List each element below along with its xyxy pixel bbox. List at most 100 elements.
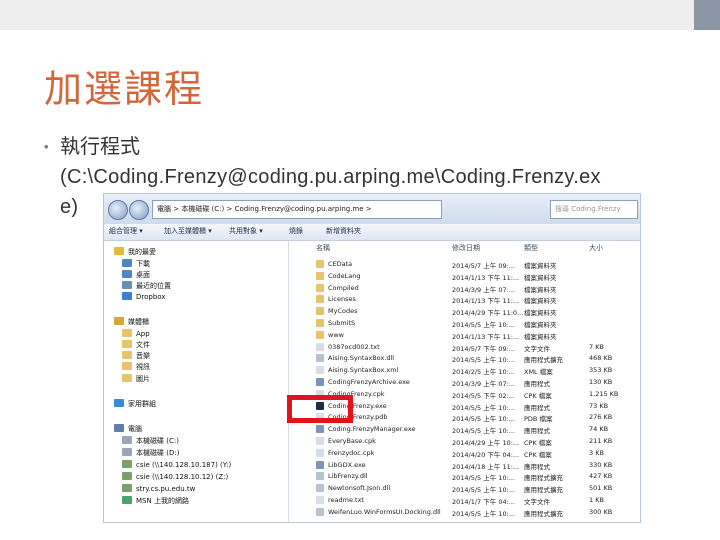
forward-button-icon[interactable] — [129, 200, 149, 220]
file-name: LibGDX.exe — [328, 460, 366, 469]
drive-icon — [122, 436, 132, 444]
column-header-type[interactable]: 類型 — [524, 241, 538, 255]
sidebar-item[interactable]: 我的最愛 — [114, 247, 156, 257]
column-header-date[interactable]: 修改日期 — [452, 241, 480, 255]
file-date: 2014/3/9 上午 07:... — [452, 285, 515, 294]
sidebar-item-label: 本機磁碟 (C:) — [136, 437, 179, 445]
sidebar-item[interactable]: Dropbox — [122, 292, 166, 301]
music-icon — [122, 351, 132, 359]
toolbar-item[interactable]: 加入至媒體櫃 ▾ — [164, 226, 212, 236]
file-row[interactable]: WeifenLuo.WinFormsUI.Docking.dll 2014/5/5… — [297, 507, 640, 519]
file-icon — [316, 354, 324, 363]
file-size: 130 KB — [589, 378, 613, 386]
sidebar-item[interactable]: 本機磁碟 (D:) — [122, 448, 179, 458]
drive-icon — [122, 448, 132, 456]
bullet-dot: • — [44, 139, 49, 154]
address-row: 電腦 > 本機磁碟 (C:) > Coding.Frenzy@coding.pu… — [104, 194, 640, 224]
file-row[interactable]: SubmitS 2014/5/5 上午 10:... 檔案資料夾 — [297, 318, 640, 330]
sidebar-item[interactable]: 媒體櫃 — [114, 317, 149, 327]
sidebar-item[interactable]: 本機磁碟 (C:) — [122, 436, 179, 446]
file-date: 2014/3/9 上午 07:... — [452, 380, 515, 388]
file-type: 應用程式擴充 — [524, 356, 563, 365]
file-size: 501 KB — [589, 484, 613, 493]
toolbar-item[interactable]: 新增資料夾 — [326, 226, 361, 236]
sidebar-item[interactable]: 家用群組 — [114, 399, 156, 409]
file-row[interactable]: EveryBase.cpk 2014/4/29 上午 10:... CPK 檔案 21… — [297, 436, 640, 448]
file-type: 檔案資料夾 — [524, 332, 557, 341]
file-date: 2014/5/5 上午 10:... — [452, 415, 515, 424]
file-row[interactable]: CEData 2014/5/7 上午 09:... 檔案資料夾 — [297, 259, 640, 271]
file-date: 2014/5/5 上午 10:... — [452, 427, 515, 436]
file-name: CodingFrenzyArchive.exe — [328, 378, 410, 386]
file-icon — [316, 484, 324, 493]
file-row[interactable]: Aising.SyntaxBox.xml 2014/2/5 上午 10:... XM… — [297, 365, 640, 377]
file-type: CPK 檔案 — [524, 391, 552, 400]
file-row[interactable]: CodeLang 2014/1/13 下午 11:... 檔案資料夾 — [297, 271, 640, 283]
file-date: 2014/5/5 上午 10:... — [452, 356, 515, 365]
file-row[interactable]: CodingFrenzyArchive.exe 2014/3/9 上午 07:..… — [297, 377, 640, 389]
search-input[interactable]: 搜尋 Coding.Frenzy — [550, 200, 638, 219]
file-row[interactable]: LibFrenzy.dll 2014/5/5 上午 10:... 應用程式擴充 427… — [297, 471, 640, 483]
file-type: 應用程式擴充 — [524, 509, 563, 518]
file-row[interactable]: Compiled 2014/3/9 上午 07:... 檔案資料夾 — [297, 283, 640, 295]
star-icon — [114, 247, 124, 255]
file-row[interactable]: LibGDX.exe 2014/4/18 上午 11:... 應用程式 330 KB — [297, 460, 640, 472]
file-icon — [316, 260, 324, 268]
sidebar-item[interactable]: csie (\\140.128.10.187) (Y:) — [122, 460, 231, 469]
sidebar-item[interactable]: 最近的位置 — [122, 281, 171, 291]
highlight-box — [287, 395, 353, 423]
file-size: 211 KB — [589, 437, 613, 445]
file-type: 應用程式擴充 — [524, 486, 563, 495]
toolbar-item[interactable]: 組合管理 ▾ — [109, 226, 143, 236]
column-header-size[interactable]: 大小 — [589, 241, 603, 255]
sidebar-item[interactable]: 桌面 — [122, 270, 150, 280]
file-row[interactable]: Aising.SyntaxBox.dll 2014/5/5 上午 10:... 應用… — [297, 353, 640, 365]
sidebar-item[interactable]: 視訊 — [122, 362, 150, 372]
sidebar-item-label: 我的最愛 — [128, 248, 156, 256]
file-name: Aising.SyntaxBox.dll — [328, 354, 395, 363]
network-drive-icon — [122, 460, 132, 468]
file-type: 應用程式 — [524, 427, 550, 436]
address-bar[interactable]: 電腦 > 本機磁碟 (C:) > Coding.Frenzy@coding.pu… — [152, 200, 442, 219]
file-size: 73 KB — [589, 401, 609, 410]
toolbar-item[interactable]: 共用對象 ▾ — [229, 226, 263, 236]
sidebar-item[interactable]: MSN 上我的網路 — [122, 496, 189, 506]
file-type: 檔案資料夾 — [524, 285, 557, 294]
column-header-name[interactable]: 名稱 — [316, 241, 330, 255]
sidebar-item[interactable]: 下載 — [122, 259, 150, 269]
sidebar-item[interactable]: App — [122, 329, 150, 338]
file-row[interactable]: MyCodes 2014/4/29 下午 11:0... 檔案資料夾 — [297, 306, 640, 318]
file-name: Frenzydoc.cpk — [328, 448, 375, 457]
sidebar-item[interactable]: stry.cs.pu.edu.tw — [122, 484, 195, 493]
sidebar-item-label: 下載 — [136, 260, 150, 268]
video-icon — [122, 362, 132, 370]
file-row[interactable]: 0387ocd002.txt 2014/5/7 下午 09:... 文字文件 7 KB — [297, 342, 640, 354]
file-row[interactable]: Frenzydoc.cpk 2014/4/20 下午 04:... CPK 檔案 3 … — [297, 448, 640, 460]
file-row[interactable]: Coding.FrenzyManager.exe 2014/5/5 上午 10:.… — [297, 424, 640, 436]
pictures-icon — [122, 374, 132, 382]
toolbar-item[interactable]: 燒錄 — [289, 226, 303, 236]
file-row[interactable]: readme.txt 2014/1/7 下午 04:... 文字文件 1 KB — [297, 495, 640, 507]
recent-places-icon — [122, 281, 132, 289]
file-size: 3 KB — [589, 448, 604, 457]
file-date: 2014/5/5 下午 02:... — [452, 391, 515, 400]
sidebar-item-label: 本機磁碟 (D:) — [136, 449, 180, 457]
file-icon — [316, 378, 324, 386]
sidebar-item[interactable]: 圖片 — [122, 374, 150, 384]
file-row[interactable]: Licenses 2014/1/13 下午 11:... 檔案資料夾 — [297, 294, 640, 306]
sidebar-item[interactable]: 文件 — [122, 340, 150, 350]
back-button-icon[interactable] — [108, 200, 128, 220]
file-icon — [316, 437, 324, 445]
file-date: 2014/5/5 上午 10:... — [452, 403, 515, 412]
sidebar-item[interactable]: 音樂 — [122, 351, 150, 361]
sidebar-item-label: Dropbox — [136, 293, 166, 301]
sidebar-item-label: stry.cs.pu.edu.tw — [136, 485, 196, 493]
file-date: 2014/2/5 上午 10:... — [452, 368, 515, 377]
sidebar-item[interactable]: csie (\\140.128.10.12) (Z:) — [122, 472, 228, 481]
file-size: 1 KB — [589, 496, 604, 504]
sidebar-item[interactable]: 電腦 — [114, 424, 142, 434]
file-row[interactable]: Newtonsoft.Json.dll 2014/5/5 上午 10:... 應用程… — [297, 483, 640, 495]
library-icon — [114, 317, 124, 325]
file-size: 353 KB — [589, 366, 613, 375]
file-row[interactable]: www 2014/1/13 下午 11:... 檔案資料夾 — [297, 330, 640, 342]
